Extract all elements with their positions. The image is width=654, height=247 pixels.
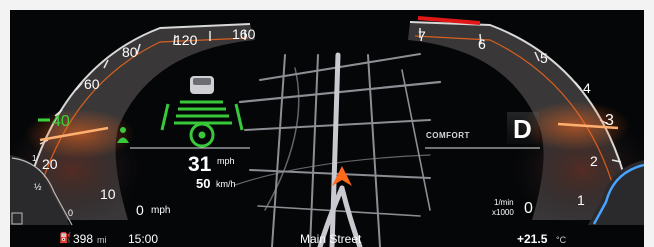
speed-value: 31 bbox=[188, 153, 212, 176]
rpm-tick-4: 4 bbox=[583, 80, 591, 96]
speed-unit: mph bbox=[217, 156, 235, 166]
rpm-tick-3: 3 bbox=[605, 112, 614, 129]
rpm-tick-7: 7 bbox=[418, 28, 426, 44]
speed-tick-60: 60 bbox=[84, 76, 100, 92]
range-icon: ⛽ bbox=[59, 233, 72, 244]
instrument-cluster: 160 120 80 60 40 20 10 0 mph 1 ½ 0 31 mp… bbox=[10, 10, 644, 247]
speed-tick-80: 80 bbox=[122, 44, 138, 60]
speed-tick-120: 120 bbox=[174, 32, 198, 48]
navigation-route bbox=[317, 52, 363, 247]
rpm-unit-bottom: x1000 bbox=[492, 208, 514, 217]
clock: 15:00 bbox=[128, 232, 159, 246]
rpm-tick-6: 6 bbox=[478, 36, 486, 52]
fuel-label-empty: 0 bbox=[68, 208, 74, 218]
speed-tick-10: 10 bbox=[100, 186, 116, 202]
rpm-tick-2: 2 bbox=[590, 153, 598, 169]
speed-tick-0: 0 bbox=[136, 202, 144, 218]
lane-lines-icon bbox=[160, 100, 244, 131]
street-name: Main Street bbox=[300, 232, 362, 246]
rpm-tick-0: 0 bbox=[524, 200, 533, 217]
temperature-unit: °C bbox=[556, 235, 567, 245]
rpm-tick-1: 1 bbox=[577, 192, 585, 208]
outside-temperature: +21.5 bbox=[517, 232, 548, 246]
speed-tick-40: 40 bbox=[52, 113, 70, 130]
gear-indicator: D bbox=[513, 114, 532, 144]
steering-wheel-icon bbox=[189, 122, 215, 148]
fuel-label-half: ½ bbox=[34, 182, 42, 192]
rpm-tick-5: 5 bbox=[540, 50, 548, 66]
speed-secondary-unit: km/h bbox=[216, 179, 236, 189]
speed-tick-20: 20 bbox=[42, 156, 58, 172]
drive-mode-label: COMFORT bbox=[426, 131, 470, 140]
lead-car-icon bbox=[190, 76, 214, 94]
rpm-unit-top: 1/min bbox=[494, 198, 514, 207]
speed-tick-160: 160 bbox=[232, 26, 256, 42]
fuel-label-full: 1 bbox=[32, 154, 37, 163]
speed-unit-label: mph bbox=[151, 205, 171, 216]
range-value: 398 bbox=[73, 232, 94, 246]
range-unit: mi bbox=[97, 235, 107, 245]
speed-secondary-value: 50 bbox=[196, 176, 211, 191]
